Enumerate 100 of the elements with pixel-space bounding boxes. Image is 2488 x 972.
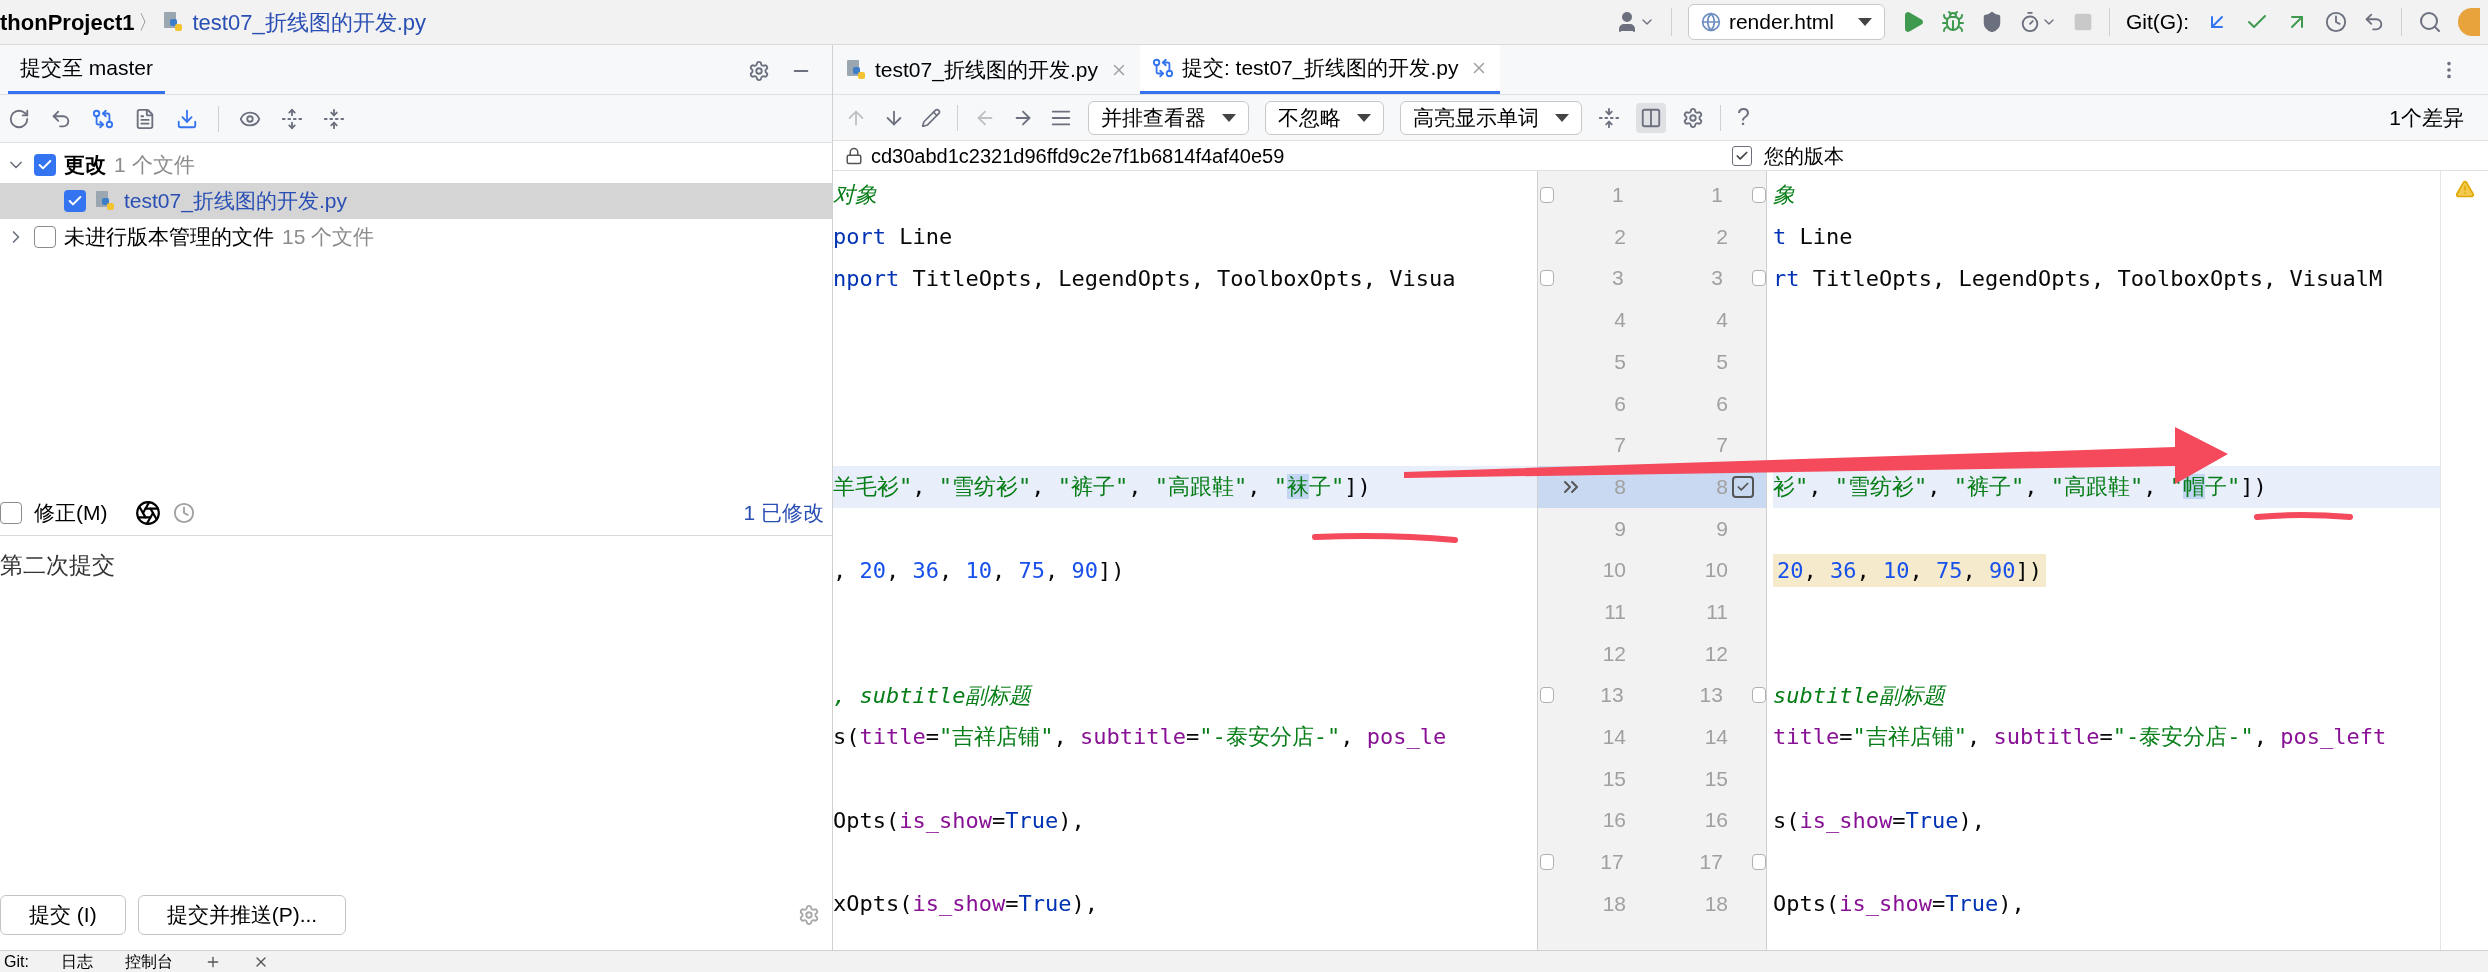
download-icon[interactable] [176,107,198,130]
line-number: 14 [1601,724,1626,751]
line-number: 17 [1698,849,1723,876]
code-line: t Line [1773,224,1853,250]
breadcrumb-separator: 〉 [138,10,159,35]
code-line: nport TitleOpts, LegendOpts, ToolboxOpts, Visua [833,264,1456,293]
run-config-dropdown[interactable]: render.html [1687,4,1885,40]
dropdown-triangle-icon [1858,18,1872,26]
commit-message-field[interactable]: 第二次提交 [0,535,832,892]
amend-label[interactable]: 修正(M) [34,497,108,529]
checkbox[interactable] [34,226,56,248]
dropdown-triangle-icon [1555,113,1569,122]
fold-icon[interactable] [1539,853,1554,870]
code-line: port Line [833,223,953,252]
code-line: , 20, 36, 10, 75, 90]) [833,556,1125,585]
diff-icon [1151,57,1174,79]
python-file-icon [845,58,867,81]
refresh-icon[interactable] [8,107,30,130]
bug-icon[interactable] [1941,10,1965,34]
code-line: 对象 [833,181,877,210]
collapse-icon[interactable] [1598,106,1620,129]
fold-icon[interactable] [1539,687,1554,704]
revision-hash: cd30abd1c2321d96ffd9c2e7f1b6814f4af40e59 [871,143,1285,169]
line-number: 4 [1613,307,1626,334]
checkbox[interactable] [64,190,86,212]
code-line: Opts(is_show=True), [833,806,1085,835]
line-number: 12 [1703,640,1728,667]
modified-link[interactable]: 1 已修改 [743,497,832,529]
settings-icon[interactable] [748,60,770,82]
lock-icon [845,146,863,165]
project-name[interactable]: thonProject1 [0,5,135,39]
line-number: 10 [1601,557,1626,584]
code-line: 羊毛衫", "雪纺衫", "裤子", "高跟鞋", "袜子"]) [833,473,1371,502]
line-number: 12 [1601,640,1626,667]
fold-icon[interactable] [1539,186,1554,203]
pencil-icon[interactable] [921,107,941,128]
line-number: 9 [1715,515,1728,542]
line-number: 6 [1613,390,1626,417]
file-count: 1 个文件 [114,152,195,179]
commit-button[interactable]: 提交 (I) [0,895,126,935]
fold-icon[interactable] [1752,186,1766,203]
checkbox[interactable] [34,154,56,176]
fold-icon[interactable] [1752,853,1766,870]
history-icon[interactable] [2325,11,2347,33]
file-count: 15 个文件 [282,224,375,251]
tree-item-label: 未进行版本管理的文件 [64,224,274,251]
commit-button[interactable]: 提交并推送(P)... [137,895,347,935]
line-number: 15 [1703,765,1728,792]
amend-checkbox[interactable] [0,502,22,524]
editor-tab[interactable]: 提交: test07_折线图的开发.py [1139,45,1501,94]
fold-icon[interactable] [1752,270,1766,287]
tool-window-tab[interactable]: 日志 [60,952,93,971]
code-line: rt TitleOpts, LegendOpts, ToolboxOpts, VisualM [1773,265,2383,291]
shelve-icon[interactable] [134,107,156,130]
python-file-icon [94,190,116,212]
editor-tab[interactable]: test07_折线图的开发.py [833,45,1140,94]
line-number: 3 [1710,265,1723,292]
version-checkbox[interactable] [1732,145,1752,166]
code-line: 20, 36, 10, 75, 90]) [1777,557,2042,583]
tree-item[interactable]: test07_折线图的开发.py [0,183,832,219]
line-number: 6 [1715,390,1728,417]
git-label: Git(G): [2126,9,2189,36]
search-icon[interactable] [2418,10,2442,34]
breadcrumb-file[interactable]: test07_折线图的开发.py [192,5,426,39]
tree-item-label: test07_折线图的开发.py [124,188,347,215]
dropdown-triangle-icon [1222,113,1236,122]
warning-icon[interactable] [2454,179,2475,199]
toolbar-dropdown[interactable]: 高亮显示单词 [1400,100,1582,135]
toolbar-dropdown[interactable]: 并排查看器 [1088,100,1249,135]
line-number: 11 [1705,598,1728,625]
tool-window-tab[interactable]: 控制台 [124,952,173,971]
line-number: 13 [1599,682,1624,709]
fold-icon[interactable] [1539,270,1554,287]
line-number: 16 [1703,807,1728,834]
line-number: 2 [1613,223,1626,250]
dropdown-triangle-icon [1357,113,1371,122]
code-line: subtitle副标题 [1773,682,1945,708]
include-checkbox[interactable] [1732,475,1754,498]
collapse-all-icon[interactable] [323,107,345,130]
diff-icon[interactable] [92,107,114,130]
undo-icon[interactable] [2363,11,2385,33]
tree-item[interactable]: 更改 1 个文件 [0,147,832,183]
shield-icon[interactable] [1981,11,2003,33]
line-number: 10 [1703,557,1728,584]
tree-item-label: 更改 [64,152,106,179]
tool-window-tab[interactable]: Git: [4,952,29,971]
sync-scroll-icon[interactable] [1636,102,1666,133]
line-number: 13 [1698,682,1723,709]
expand-all-icon[interactable] [281,107,303,130]
help-button[interactable]: ? [1737,100,1750,135]
line-number: 1 [1610,182,1624,209]
toolbar-dropdown[interactable]: 不忽略 [1265,100,1384,135]
settings-icon[interactable] [1682,106,1704,129]
python-file-icon [162,11,185,33]
line-number: 3 [1610,265,1624,292]
fold-icon[interactable] [1752,687,1766,704]
aperture-icon[interactable] [135,500,162,526]
clock-icon[interactable] [173,502,196,524]
tree-item[interactable]: 未进行版本管理的文件 15 个文件 [0,219,832,255]
line-number: 5 [1715,348,1728,375]
